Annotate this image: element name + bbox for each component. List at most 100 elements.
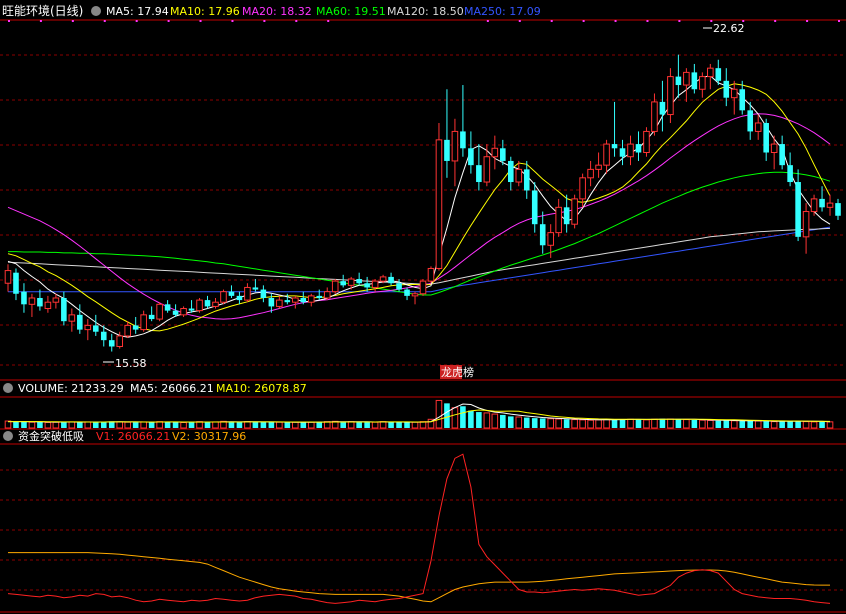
candle — [587, 160, 594, 187]
candle-body — [4, 270, 12, 284]
signal-dot — [582, 20, 585, 22]
volume-bar — [148, 422, 155, 428]
candle — [460, 85, 466, 157]
volume-bar — [595, 419, 602, 429]
candle-body — [819, 198, 825, 208]
menu-icon[interactable] — [91, 6, 101, 16]
volume-bar — [826, 421, 834, 429]
indicator-menu-icon[interactable] — [3, 431, 13, 441]
volume-bar — [810, 421, 818, 429]
candle — [108, 333, 115, 352]
volume-bar — [44, 421, 52, 429]
ma60-line — [8, 171, 831, 296]
candle — [451, 118, 459, 187]
candle — [483, 144, 491, 187]
volume-bar — [627, 418, 634, 429]
candle — [307, 293, 315, 307]
candle-body — [444, 139, 450, 161]
signal-dot — [710, 20, 713, 22]
volume-bar — [356, 422, 362, 428]
volume-bar — [555, 418, 562, 429]
candle — [228, 285, 235, 298]
volume-bar — [763, 421, 769, 428]
candle-body — [276, 299, 283, 307]
volume-bar — [659, 418, 666, 428]
volume-bar — [180, 421, 187, 429]
candle — [595, 152, 602, 178]
candle-body — [523, 169, 530, 191]
candle-body — [204, 300, 211, 307]
ma5-line — [7, 75, 831, 338]
candle — [835, 198, 841, 220]
candle-body — [140, 314, 147, 331]
volume-bar — [276, 421, 283, 429]
candle — [148, 306, 155, 322]
signal-dot — [806, 20, 809, 22]
volume-bar — [13, 421, 19, 428]
volume-bar — [531, 418, 538, 428]
candle-body — [228, 291, 235, 296]
dragon-tiger-badge[interactable]: 龙虎榜 — [440, 365, 474, 379]
candle — [316, 289, 323, 301]
stock-chart[interactable]: 旺能环境(日线) MA5: 17.94 MA10: 17.96 MA20: 18… — [0, 0, 846, 614]
candle-body — [539, 224, 546, 246]
volume-bar — [268, 421, 275, 428]
signal-dot — [7, 20, 10, 22]
volume-bar — [396, 422, 402, 428]
candle-body — [52, 297, 60, 303]
candle — [37, 289, 43, 311]
volume-bar — [204, 422, 211, 428]
candle-body — [164, 304, 171, 311]
candle-body — [236, 295, 243, 301]
volume-bar — [747, 420, 754, 428]
candle — [611, 101, 618, 157]
candle — [220, 289, 227, 305]
candle-body — [307, 295, 315, 303]
ma120-line — [7, 227, 831, 285]
volume-bar — [675, 419, 682, 428]
candle-body — [500, 148, 506, 161]
candle-body — [108, 340, 115, 347]
candle — [444, 89, 450, 178]
volume-bars — [4, 399, 834, 429]
volume-bar — [563, 419, 570, 428]
volume-bar — [307, 421, 315, 429]
candle — [84, 319, 92, 341]
signal-dot — [199, 20, 202, 22]
candle — [699, 72, 706, 98]
volume-bar — [491, 413, 499, 429]
candle-body — [563, 207, 570, 225]
candle — [188, 300, 195, 313]
candle — [284, 293, 291, 305]
candle-body — [77, 314, 83, 330]
signal-dot — [71, 20, 74, 22]
candle — [4, 264, 12, 292]
candle — [411, 291, 419, 305]
candle — [691, 63, 698, 94]
volume-bar — [523, 417, 530, 428]
candle — [795, 169, 801, 242]
candle — [252, 279, 259, 292]
volume-bar — [643, 419, 650, 429]
candle — [619, 139, 626, 166]
candle — [124, 321, 131, 339]
candle — [164, 300, 171, 313]
signal-dot — [678, 20, 681, 22]
signal-dot — [486, 20, 489, 22]
volume-bar — [68, 421, 76, 429]
candle-body — [810, 198, 818, 213]
candle-body — [388, 276, 394, 284]
volume-bar — [212, 421, 219, 429]
volume-menu-icon[interactable] — [3, 383, 13, 393]
ma250-label: MA250: 17.09 — [464, 5, 541, 18]
volume-bar — [444, 403, 450, 428]
candle-body — [331, 280, 339, 293]
volume-bar — [500, 414, 506, 428]
candle — [476, 144, 482, 191]
candle-body — [683, 71, 690, 86]
volume-bar — [228, 421, 235, 428]
low-label: 15.58 — [115, 357, 147, 370]
volume-bar — [388, 421, 394, 428]
candle-body — [491, 147, 499, 158]
candle-body — [635, 144, 642, 153]
